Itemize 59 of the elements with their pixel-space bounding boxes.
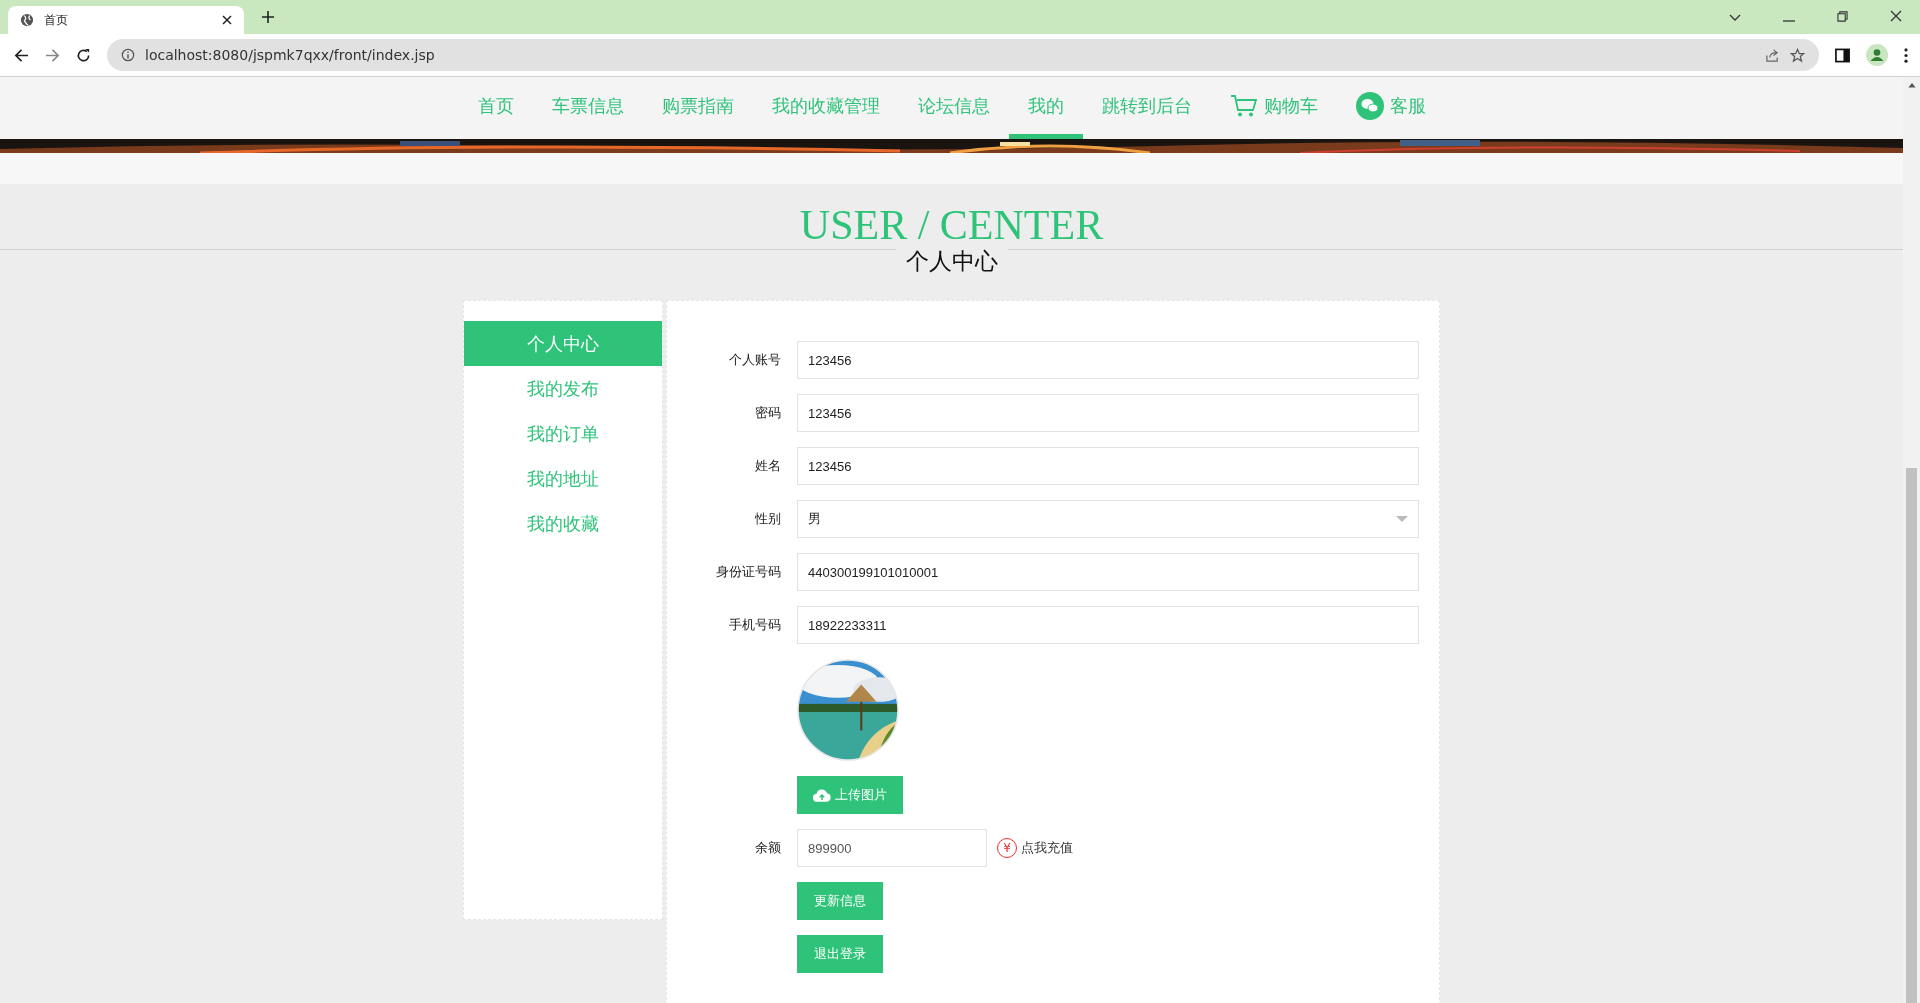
nav-link[interactable]: 跳转到后台 [1082,77,1211,139]
nav-link[interactable]: 客服 [1336,77,1445,139]
nav-link[interactable]: 我的收藏管理 [752,77,899,139]
input-field[interactable]: 123456 [797,447,1419,485]
more-icon[interactable] [1904,47,1908,63]
sidebar-item[interactable]: 我的收藏 [464,501,662,546]
globe-icon [20,13,34,27]
form-button[interactable]: 退出登录 [797,935,883,973]
sidebar-item[interactable]: 我的订单 [464,411,662,456]
star-icon[interactable] [1790,47,1805,63]
chevron-down-icon[interactable] [1729,14,1741,22]
input-field[interactable]: 440300199101010001 [797,553,1419,591]
scrollbar-thumb[interactable] [1906,467,1917,1003]
field-label: 个人账号 [729,352,781,367]
field-label: 余额 [755,840,781,855]
nav-link[interactable]: 购物车 [1210,77,1337,139]
input-field[interactable]: 899900 [797,829,987,867]
chat-icon [1355,91,1384,120]
upload-button[interactable]: 上传图片 [797,776,903,814]
nav-link[interactable]: 车票信息 [532,77,643,139]
close-icon[interactable] [222,15,232,25]
side-panel-icon[interactable] [1835,47,1850,63]
cart-icon [1229,93,1258,118]
section-title: USER / CENTER [799,202,1104,248]
dropdown-icon [1396,516,1408,522]
field-label: 密码 [755,405,781,420]
reload-icon[interactable] [76,47,91,63]
nav-link[interactable]: 首页 [458,77,533,139]
browser-tab[interactable]: 首页 [8,6,244,34]
restore-icon[interactable] [1837,11,1848,22]
info-icon [121,48,135,62]
recharge-link[interactable]: 点我充值 [1021,839,1073,857]
field-label: 身份证号码 [716,564,781,579]
forward-icon[interactable] [45,47,60,63]
new-tab-icon[interactable] [262,11,274,23]
input-field[interactable]: 123456 [797,394,1419,432]
sidebar-item[interactable]: 我的地址 [464,456,662,501]
field-label: 性别 [755,511,781,526]
close-icon[interactable] [1890,10,1902,22]
nav-link[interactable]: 论坛信息 [898,77,1009,139]
cloud-upload-icon [813,788,831,802]
share-icon[interactable] [1765,47,1780,63]
field-label: 姓名 [755,458,781,473]
tab-title: 首页 [44,11,69,29]
field-label: 手机号码 [729,617,781,632]
sidebar-item[interactable]: 我的发布 [464,366,662,411]
scroll-up-icon[interactable] [1907,83,1916,88]
form-button[interactable]: 更新信息 [797,882,883,920]
profile-icon[interactable] [1866,44,1888,66]
sidebar-item[interactable]: 个人中心 [464,321,662,366]
scrollbar[interactable] [1903,77,1920,1003]
section-subtitle: 个人中心 [904,246,999,276]
back-icon[interactable] [14,47,29,63]
address-bar[interactable]: localhost:8080/jspmk7qxx/front/index.jsp [107,39,1819,71]
select-field[interactable]: 男 [797,500,1419,538]
url-text: localhost:8080/jspmk7qxx/front/index.jsp [145,47,435,63]
input-field[interactable]: 18922233311 [797,606,1419,644]
input-field[interactable]: 123456 [797,341,1419,379]
nav-link[interactable]: 购票指南 [642,77,753,139]
